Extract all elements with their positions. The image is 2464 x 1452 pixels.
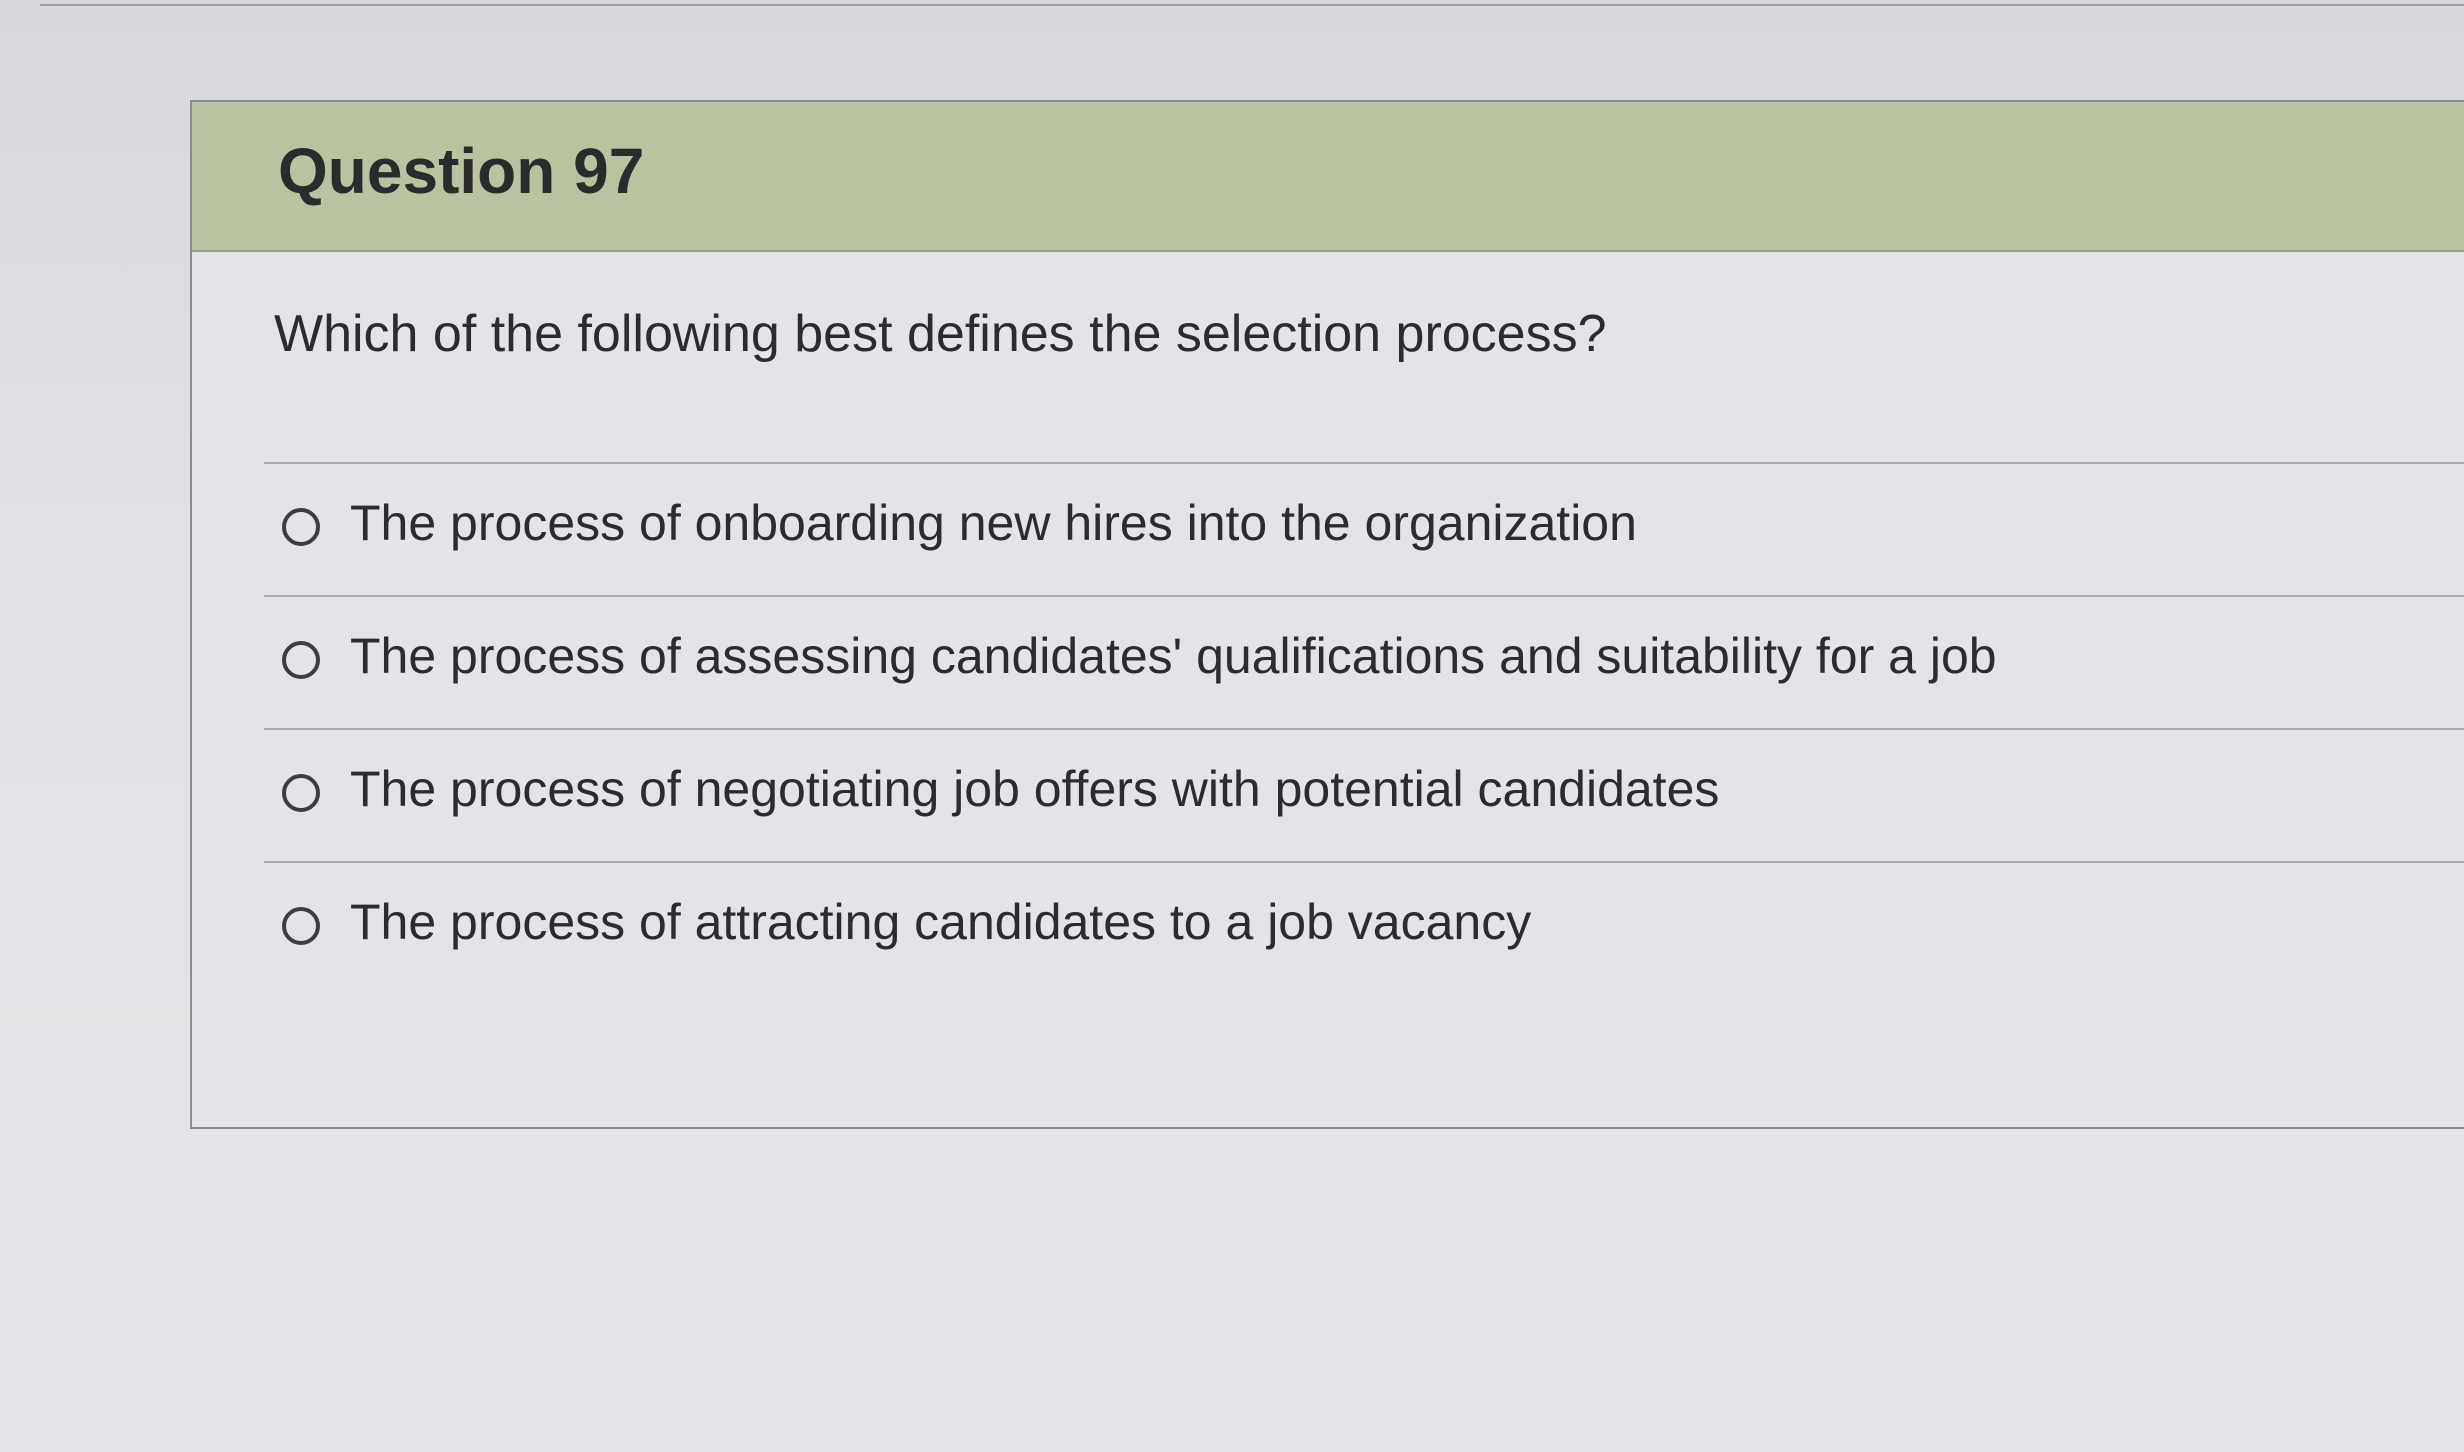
answer-label[interactable]: The process of negotiating job offers wi… xyxy=(350,760,1719,818)
answer-option-2[interactable]: The process of assessing candidates' qua… xyxy=(264,595,2464,728)
question-card: Question 97 Which of the following best … xyxy=(190,100,2464,1129)
answer-option-3[interactable]: The process of negotiating job offers wi… xyxy=(264,728,2464,861)
question-prompt: Which of the following best defines the … xyxy=(274,305,1607,363)
question-header: Question 97 xyxy=(192,102,2464,252)
answer-options: The process of onboarding new hires into… xyxy=(264,462,2464,994)
question-title: Question 97 xyxy=(278,135,645,207)
question-body: Which of the following best defines the … xyxy=(192,252,2464,1122)
radio-button-icon[interactable] xyxy=(282,907,320,945)
answer-label[interactable]: The process of onboarding new hires into… xyxy=(350,494,1637,552)
answer-label[interactable]: The process of attracting candidates to … xyxy=(350,893,1531,951)
answer-option-1[interactable]: The process of onboarding new hires into… xyxy=(264,462,2464,595)
radio-button-icon[interactable] xyxy=(282,641,320,679)
radio-button-icon[interactable] xyxy=(282,774,320,812)
radio-button-icon[interactable] xyxy=(282,508,320,546)
answer-option-4[interactable]: The process of attracting candidates to … xyxy=(264,861,2464,994)
top-divider xyxy=(40,4,2464,6)
answer-label[interactable]: The process of assessing candidates' qua… xyxy=(350,627,1997,685)
screen: Question 97 Which of the following best … xyxy=(0,0,2464,1452)
